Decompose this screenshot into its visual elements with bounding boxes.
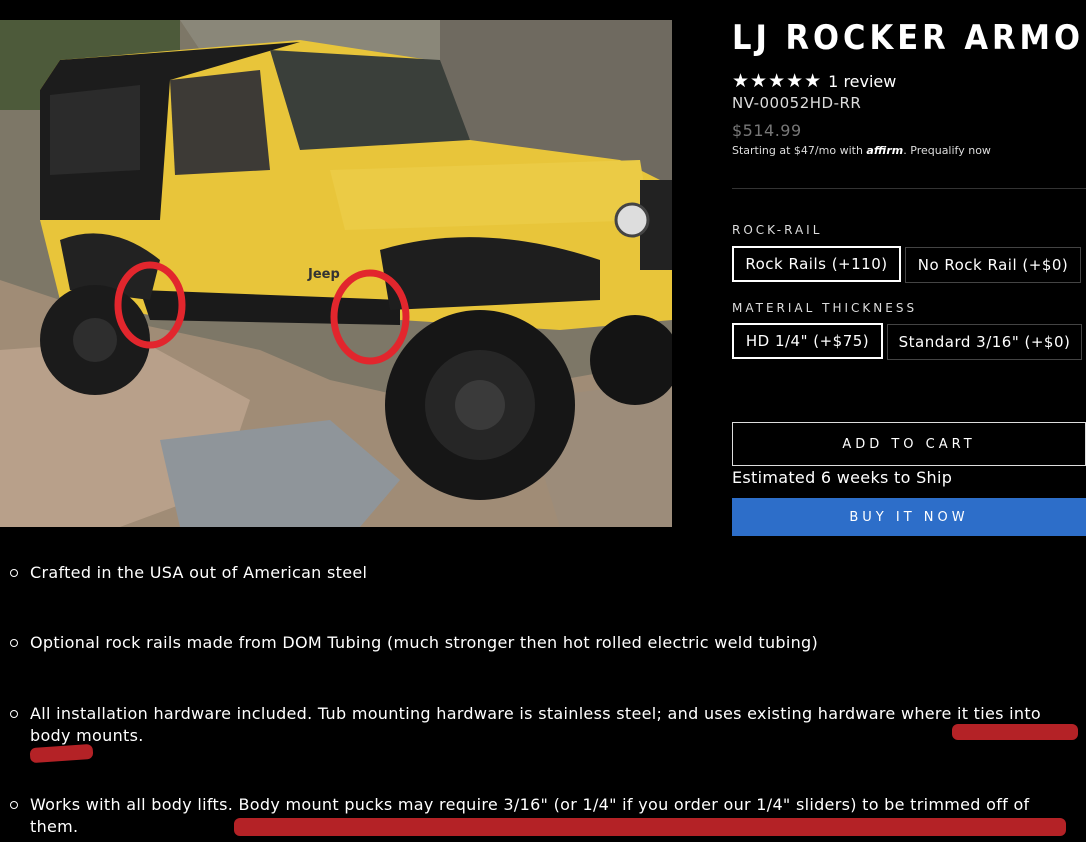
- feature-text: All installation hardware included. Tub …: [30, 704, 1042, 745]
- add-to-cart-button[interactable]: ADD TO CART: [732, 422, 1086, 466]
- jeep-badge-text: Jeep: [307, 267, 340, 282]
- financing-info: Starting at $47/mo with affirm. Prequali…: [732, 144, 991, 157]
- bullet-icon: [10, 801, 18, 809]
- highlight-mark-mounts: [29, 743, 94, 764]
- highlight-mark-trimmed: [234, 818, 1066, 836]
- option-no-rock-rail[interactable]: No Rock Rail (+$0): [905, 247, 1081, 283]
- rating-row[interactable]: ★★★★★ 1 review: [732, 70, 896, 92]
- jeep-photo-illustration: Jeep: [0, 20, 672, 527]
- feature-item: Optional rock rails made from DOM Tubing…: [10, 632, 1080, 654]
- feature-item: Crafted in the USA out of American steel: [10, 562, 1080, 584]
- affirm-logo: affirm: [866, 144, 904, 157]
- option-rock-rails[interactable]: Rock Rails (+110): [732, 246, 901, 282]
- option-standard-3-16[interactable]: Standard 3/16" (+$0): [887, 324, 1082, 360]
- star-rating-icon: ★★★★★: [732, 70, 823, 92]
- feature-item: All installation hardware included. Tub …: [10, 703, 1076, 747]
- option-hd-quarter-inch[interactable]: HD 1/4" (+$75): [732, 323, 883, 359]
- product-title: LJ ROCKER ARMOR: [732, 18, 1086, 58]
- prequalify-link[interactable]: Prequalify now: [910, 144, 991, 157]
- product-image[interactable]: Jeep: [0, 20, 672, 527]
- feature-text: Crafted in the USA out of American steel: [30, 563, 368, 582]
- review-count[interactable]: 1 review: [828, 72, 896, 91]
- highlight-mark-ties-into-body: [952, 724, 1078, 740]
- bullet-icon: [10, 569, 18, 577]
- product-sku: NV-00052HD-RR: [732, 94, 862, 112]
- feature-text: Optional rock rails made from DOM Tubing…: [30, 633, 819, 652]
- rock-rail-label: ROCK-RAIL: [732, 223, 823, 237]
- product-price: $514.99: [732, 121, 802, 140]
- bullet-icon: [10, 639, 18, 647]
- buy-it-now-button[interactable]: BUY IT NOW: [732, 498, 1086, 536]
- shipping-estimate: Estimated 6 weeks to Ship: [732, 468, 953, 487]
- bullet-icon: [10, 710, 18, 718]
- material-thickness-label: MATERIAL THICKNESS: [732, 301, 918, 315]
- financing-text: Starting at $47/mo with: [732, 144, 863, 157]
- divider: [732, 188, 1086, 189]
